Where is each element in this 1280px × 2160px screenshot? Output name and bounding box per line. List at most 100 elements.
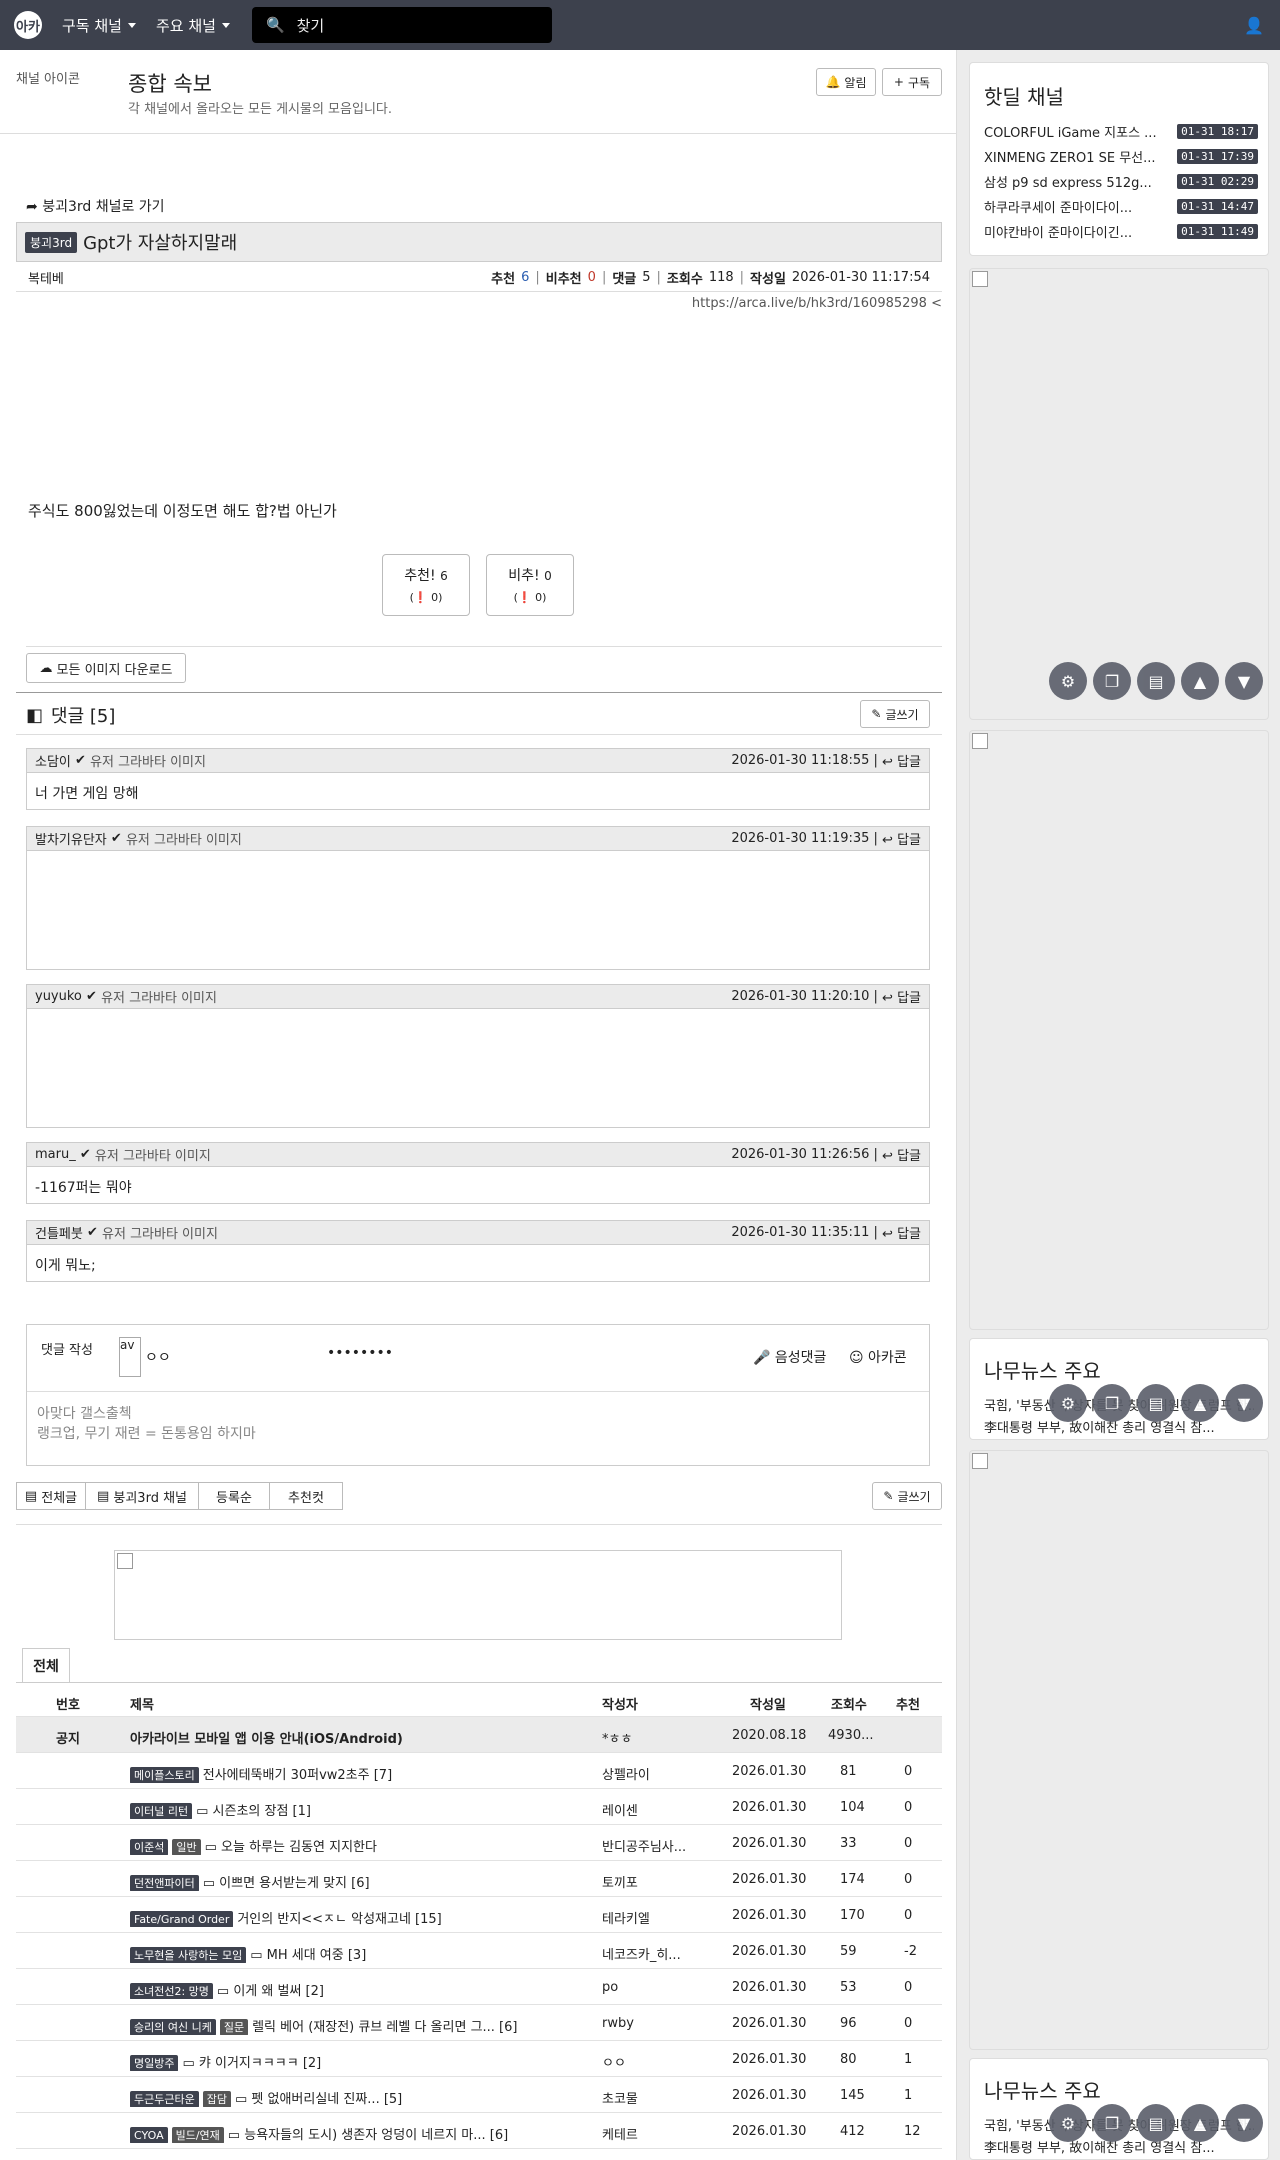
subscribed-channels-menu[interactable]: 구독 채널 — [62, 15, 136, 36]
password-field[interactable]: •••••••• — [327, 1345, 393, 1361]
row-title: ▭ 펫 없애버리실네 진짜... [5] — [234, 2092, 403, 2107]
list-item[interactable]: 노무현을 사랑하는 모임 ▭ MH 세대 여중 [3] 네코즈카_히... 2026.… — [16, 1933, 942, 1969]
reply-button[interactable]: ↩ 답글 — [882, 829, 921, 848]
tab-label: 추천컷 — [288, 1490, 324, 1506]
arcacon-label: 아카콘 — [868, 1350, 907, 1366]
ad-banner[interactable] — [114, 1550, 842, 1640]
comment-user[interactable]: 건틀페붓 — [35, 1223, 83, 1242]
copy-icon[interactable]: ❐ — [1093, 1384, 1131, 1422]
list-item[interactable]: 승리의 여신 니케 질문 렐릭 베어 (재장전) 큐브 레벨 다 올리면 그... … — [16, 2005, 942, 2041]
tab-recommend[interactable]: 추천컷 — [269, 1482, 343, 1510]
write-comment-button[interactable]: ✎ 글쓰기 — [860, 700, 930, 728]
downvote-button[interactable]: 비추! 0 (❗ 0) — [486, 554, 574, 616]
hotdeal-item[interactable]: XINMENG ZERO1 SE 무선... 01-31 17:39 — [984, 146, 1258, 166]
news-title[interactable]: 나무뉴스 주요 — [984, 2075, 1101, 2104]
comments-header: ◧ 댓글 [5] — [26, 702, 115, 728]
nickname-field[interactable]: ㅇㅇ — [145, 1347, 171, 1367]
list-icon[interactable]: ▤ — [1137, 1384, 1175, 1422]
post-url[interactable]: https://arca.live/b/hk3rd/160985298 < — [692, 296, 942, 311]
reply-button[interactable]: ↩ 답글 — [882, 1145, 921, 1164]
row-rec: 0 — [904, 1836, 913, 1851]
gear-icon[interactable]: ⚙ — [1049, 2104, 1087, 2142]
hotdeal-item[interactable]: 미야칸바이 준마이다이긴... 01-31 11:49 — [984, 221, 1258, 241]
copy-icon[interactable]: ❐ — [1093, 2104, 1131, 2142]
upvote-button[interactable]: 추천! 6 (❗ 0) — [382, 554, 470, 616]
comment-user[interactable]: maru_ — [35, 1147, 76, 1162]
arrow-up-icon[interactable]: ▲ — [1181, 1384, 1219, 1422]
comment-textarea[interactable]: 아맞다 갤스출첵 랭크업, 무기 재련 = 돈통용임 하지마 — [27, 1391, 929, 1456]
hotdeal-item-date: 01-31 18:17 — [1177, 123, 1258, 139]
caret-down-icon — [221, 22, 230, 28]
tab-all[interactable]: 전체 — [22, 1648, 70, 1682]
list-icon[interactable]: ▤ — [1137, 2104, 1175, 2142]
arrow-up-icon[interactable]: ▲ — [1181, 2104, 1219, 2142]
search-icon: 🔍 — [265, 16, 285, 34]
post-title-bar: 붕괴3rd Gpt가 자살하지말래 — [16, 222, 942, 262]
list-icon[interactable]: ▤ — [1137, 662, 1175, 700]
hotdeal-item-date: 01-31 17:39 — [1177, 148, 1258, 164]
write-post-button[interactable]: ✎ 글쓰기 — [872, 1482, 942, 1510]
row-category: 이터널 리턴 — [130, 1803, 193, 1819]
row-rec: 0 — [904, 1908, 913, 1923]
hotdeal-item[interactable]: 삼성 p9 sd express 512g... 01-31 02:29 — [984, 171, 1258, 191]
row-date: 2020.08.18 — [732, 1728, 807, 1743]
site-logo[interactable]: 아카 — [14, 11, 42, 39]
list-item[interactable]: 소녀전선2: 망명 ▭ 이게 왜 벌써 [2] po 2026.01.30 53 0 — [16, 1969, 942, 2005]
tab-all-posts[interactable]: ▤ 전체글 — [16, 1482, 86, 1510]
list-item[interactable]: 명일방주 ▭ 캬 이거지ㅋㅋㅋㅋ [2] ㅇㅇ 2026.01.30 80 1 — [16, 2041, 942, 2077]
list-item[interactable]: 메이플스토리 전사에테뚝배기 30퍼vw2초주 [7] 상펠라이 2026.01.30… — [16, 1753, 942, 1789]
gear-icon[interactable]: ⚙ — [1049, 662, 1087, 700]
post-author[interactable]: 복테베 — [28, 268, 64, 287]
gear-icon[interactable]: ⚙ — [1049, 1384, 1087, 1422]
share-icon[interactable]: < — [931, 296, 942, 311]
comment-text — [27, 1009, 929, 1029]
list-item[interactable]: 이터널 리턴 ▭ 시즌초의 장점 [1] 레이센 2026.01.30 104 0 — [16, 1789, 942, 1825]
downvote-sub: 0 — [535, 591, 543, 604]
notice-row[interactable]: 공지 아카라이브 모바일 앱 이용 안내(iOS/Android) *ㅎㅎ 20… — [16, 1717, 942, 1753]
hotdeal-item[interactable]: COLORFUL iGame 지포스 ... 01-31 18:17 — [984, 121, 1258, 141]
sidebar-ad[interactable] — [969, 268, 1269, 720]
search-input[interactable]: 🔍 찾기 — [251, 7, 552, 43]
reply-button[interactable]: ↩ 답글 — [882, 751, 921, 770]
comment-user[interactable]: yuyuko — [35, 989, 82, 1004]
post-title: Gpt가 자살하지말래 — [83, 233, 238, 254]
reply-button[interactable]: ↩ 답글 — [882, 987, 921, 1006]
download-images-button[interactable]: ☁ 모든 이미지 다운로드 — [26, 653, 186, 683]
sidebar-ad[interactable] — [969, 730, 1269, 1330]
channel-title[interactable]: 종합 속보 — [128, 68, 212, 98]
user-icon[interactable]: 👤 — [1244, 16, 1264, 35]
arrow-down-icon[interactable]: ▼ — [1225, 2104, 1263, 2142]
sidebar-ad[interactable] — [969, 1450, 1269, 2050]
comment-user[interactable]: 소담이 — [35, 751, 71, 770]
row-views: 4930... — [828, 1728, 874, 1743]
reply-button[interactable]: ↩ 답글 — [882, 1223, 921, 1242]
subscribe-button[interactable]: + 구독 — [882, 68, 942, 96]
upvote-label: 추천! — [404, 568, 436, 584]
list-item[interactable]: CYOA 빌드/연재 ▭ 능욕자들의 도시) 생존자 엉덩이 네르지 마... [6… — [16, 2113, 942, 2149]
hotdeal-item-title: XINMENG ZERO1 SE 무선... — [984, 150, 1156, 166]
comment-item: maru_ ✔ 유저 그라바타 이미지 2026-01-30 11:26:56 |… — [26, 1142, 930, 1204]
arrow-down-icon[interactable]: ▼ — [1225, 662, 1263, 700]
alarm-button[interactable]: 🔔 알림 — [816, 68, 876, 96]
list-item[interactable]: 던전앤파이터 ▭ 이쁘면 용서받는게 맞지 [6] 토끼포 2026.01.30 174… — [16, 1861, 942, 1897]
list-item[interactable]: 로스트 소드▭ 강 개그 요소로 소마 같은거랑 콜라보 했으면 재밌을...파… — [16, 2149, 942, 2160]
arcacon-button[interactable]: ☺ 아카콘 — [849, 1347, 907, 1367]
voice-comment-button[interactable]: 🎤 음성댓글 — [753, 1347, 826, 1367]
hotdeal-item[interactable]: 하쿠라쿠세이 준마이다이... 01-31 14:47 — [984, 196, 1258, 216]
back-to-channel-link[interactable]: ➦ 붕괴3rd 채널로 가기 — [26, 196, 165, 216]
arrow-down-icon[interactable]: ▼ — [1225, 1384, 1263, 1422]
comment-user[interactable]: 발차기유단자 — [35, 829, 107, 848]
news-title[interactable]: 나무뉴스 주요 — [984, 1355, 1101, 1384]
copy-icon[interactable]: ❐ — [1093, 662, 1131, 700]
list-item[interactable]: 이준석 일반 ▭ 오늘 하루는 김동연 지지한다 반디공주님사... 2026.01.3… — [16, 1825, 942, 1861]
row-author: 네코즈카_히... — [602, 1948, 681, 1963]
arrow-up-icon[interactable]: ▲ — [1181, 662, 1219, 700]
channel-badge[interactable]: 붕괴3rd — [25, 231, 78, 253]
hotdeal-title[interactable]: 핫딜 채널 — [984, 81, 1064, 110]
tab-channel[interactable]: ▤ 붕괴3rd 채널 — [85, 1482, 199, 1510]
major-channels-menu[interactable]: 주요 채널 — [156, 15, 230, 36]
tab-order[interactable]: 등록순 — [198, 1482, 270, 1510]
row-author: 반디공주님사... — [602, 1840, 687, 1855]
list-item[interactable]: 두근두근타운 잡담 ▭ 펫 없애버리실네 진짜... [5] 초코물 2026.01.3… — [16, 2077, 942, 2113]
list-item[interactable]: Fate/Grand Order 거인의 반지<<ㅈㄴ 악성재고네 [15] 테라키… — [16, 1897, 942, 1933]
